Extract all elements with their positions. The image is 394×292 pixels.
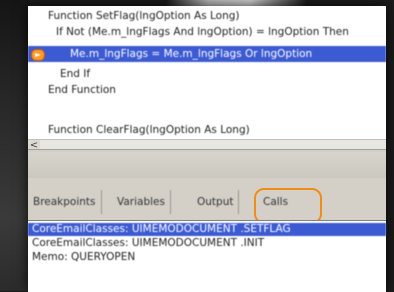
call-stack-item-selected[interactable]: CoreEmailClasses: UIMEMODOCUMENT .SETFLA… <box>28 223 386 236</box>
code-line-text: Me.m_lngFlags = Me.m_lngFlags Or lngOpti… <box>70 48 313 60</box>
background-left <box>0 0 30 291</box>
horizontal-scrollbar[interactable]: < <box>28 139 386 149</box>
code-line: End If <box>60 68 91 80</box>
tab-breakpoints[interactable]: Breakpoints <box>28 190 102 214</box>
code-line: Function ClearFlag(lngOption As Long) <box>48 124 250 136</box>
code-editor[interactable]: Function SetFlag(lngOption As Long) If N… <box>28 6 386 150</box>
current-line-arrow-icon <box>31 49 45 61</box>
current-execution-line: Me.m_lngFlags = Me.m_lngFlags Or lngOpti… <box>28 46 386 62</box>
debugger-tabs: Breakpoints Variables Output Calls <box>28 184 386 224</box>
code-line: End Function <box>48 84 116 96</box>
calls-tab-highlight <box>254 188 322 224</box>
pane-splitter[interactable] <box>28 152 386 178</box>
call-stack-item[interactable]: Memo: QUERYOPEN <box>32 251 135 264</box>
debugger-window: Function SetFlag(lngOption As Long) If N… <box>28 6 386 292</box>
tab-output[interactable]: Output <box>192 190 240 214</box>
tab-variables[interactable]: Variables <box>112 190 171 214</box>
code-line: Function SetFlag(lngOption As Long) <box>48 10 240 22</box>
calls-list[interactable]: CoreEmailClasses: UIMEMODOCUMENT .SETFLA… <box>28 220 386 292</box>
code-line: If Not (Me.m_lngFlags And lngOption) = l… <box>56 26 349 38</box>
call-stack-item[interactable]: CoreEmailClasses: UIMEMODOCUMENT .INIT <box>32 237 264 250</box>
scroll-left-arrow-icon[interactable]: < <box>28 140 40 149</box>
